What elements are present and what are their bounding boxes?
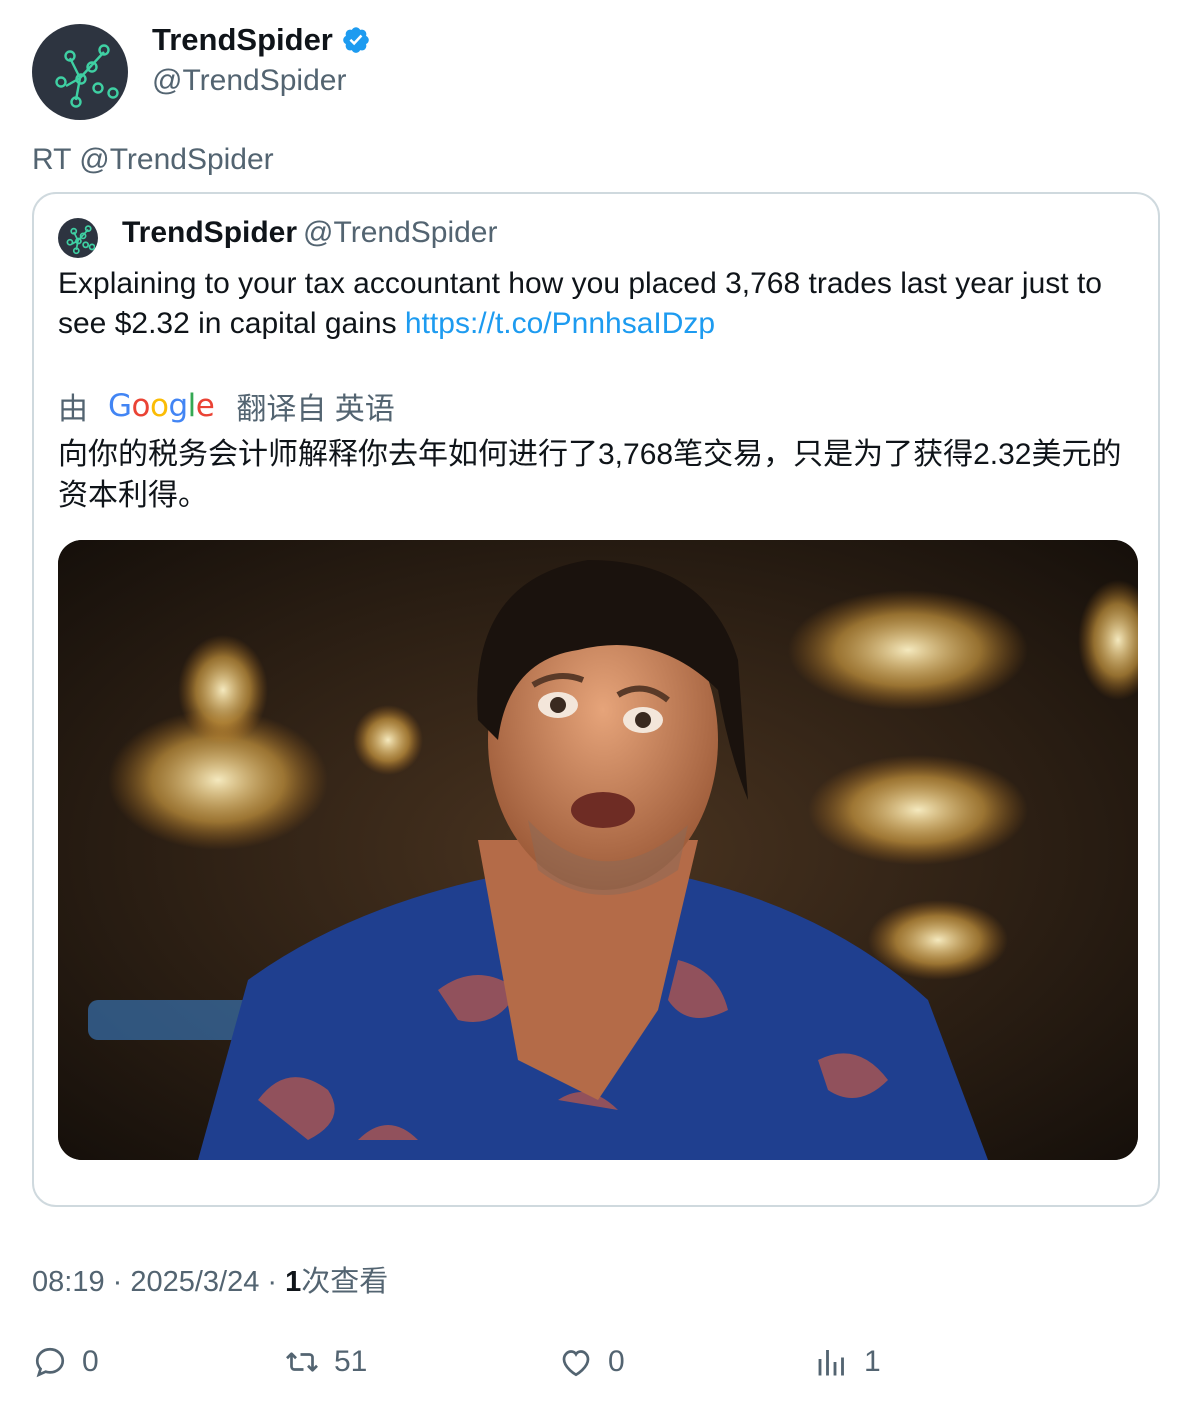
tweet-timestamp[interactable]: 08:19 · 2025/3/24 · [32,1266,285,1298]
reply-count: 0 [82,1345,99,1378]
heart-icon [562,1350,590,1377]
translated-text: 向你的税务会计师解释你去年如何进行了3,768笔交易，只是为了获得2.32美元的… [58,438,1122,512]
translation-label[interactable]: 翻译自 英语 [236,384,394,428]
author-name[interactable]: TrendSpider [152,22,371,58]
translation-attribution: 由 Google 翻译自 英语 [58,384,405,428]
quoted-author-handle[interactable]: @TrendSpider [303,216,497,249]
tweet-meta: 08:19 · 2025/3/24 · 1次查看 [32,1258,388,1300]
tweet-media-photo[interactable] [58,540,1138,1160]
views-label: 次查看 [301,1266,389,1298]
verified-badge-icon [343,27,369,53]
quoted-author-name[interactable]: TrendSpider [122,216,297,249]
views-count: 1 [285,1266,302,1298]
translation-prefix: 由 [58,393,88,426]
reply-icon [35,1347,65,1378]
analytics-icon [818,1350,844,1376]
retweet-count: 51 [334,1345,368,1378]
views-action-count: 1 [864,1345,881,1378]
reply-button[interactable]: 0 [32,1344,99,1380]
retweet-icon [286,1352,318,1372]
like-count: 0 [608,1345,625,1378]
google-logo: Google [108,388,215,424]
quoted-header: TrendSpider @TrendSpider [122,216,497,250]
quoted-tweet-link[interactable]: https://t.co/PnnhsaIDzp [405,307,715,340]
trendspider-logo-icon [66,225,95,255]
quoted-tweet-text: Explaining to your tax accountant how yo… [58,264,1148,344]
views-button[interactable]: 1 [814,1344,881,1380]
retweet-text: RT @TrendSpider [32,143,274,176]
retweet-button[interactable]: 51 [284,1344,367,1380]
author-avatar[interactable] [32,24,128,120]
author-handle[interactable]: @TrendSpider [152,64,346,98]
quoted-author-avatar[interactable] [58,218,98,258]
trendspider-logo-icon [55,44,119,108]
quoted-tweet-card[interactable]: TrendSpider @TrendSpider Explaining to yo… [32,192,1160,1207]
like-button[interactable]: 0 [558,1344,625,1380]
author-name-text: TrendSpider [152,22,333,57]
photo-man-surprised-icon [58,540,1138,1160]
